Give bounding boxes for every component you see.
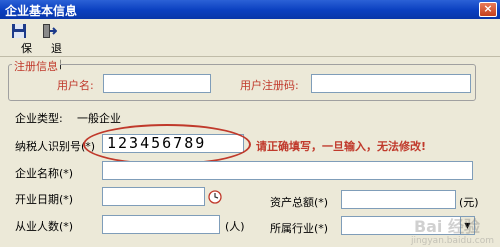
company-type-label: 企业类型: — [15, 112, 63, 125]
regcode-label: 用户注册码: — [240, 79, 299, 92]
company-name-label: 企业名称(*) — [15, 167, 74, 180]
watermark-url: jingyan.baidu.com — [410, 236, 494, 246]
exit-button[interactable]: 退出 — [34, 21, 64, 71]
exit-icon — [43, 24, 57, 38]
registration-group-title: 注册信息 — [12, 58, 60, 74]
title-bar: 企业基本信息 × — [0, 0, 500, 19]
taxpayer-id-warning: 请正确填写，一旦输入，无法修改! — [256, 140, 427, 153]
employees-input[interactable] — [102, 215, 220, 234]
username-input[interactable] — [103, 74, 211, 93]
start-date-input[interactable] — [102, 187, 205, 206]
highlight-ellipse — [83, 124, 251, 165]
employees-unit: (人) — [225, 220, 245, 233]
close-icon[interactable]: × — [479, 2, 497, 17]
save-icon — [12, 24, 26, 38]
start-date-label: 开业日期(*) — [15, 193, 74, 206]
company-type-value: 一般企业 — [77, 112, 121, 125]
save-button[interactable]: 保存 — [4, 21, 34, 71]
assets-unit: (元) — [459, 196, 479, 209]
assets-label: 资产总额(*) — [270, 196, 329, 209]
company-name-input[interactable] — [102, 161, 473, 180]
watermark-logo: Bai 经验 — [413, 217, 480, 236]
assets-input[interactable] — [341, 190, 456, 209]
employees-label: 从业人数(*) — [15, 220, 74, 233]
window-title: 企业基本信息 — [5, 4, 78, 18]
username-label: 用户名: — [57, 79, 94, 92]
clock-icon[interactable] — [208, 190, 222, 204]
industry-label: 所属行业(*) — [270, 222, 329, 235]
regcode-input[interactable] — [311, 74, 471, 93]
toolbar: 保存 退出 — [0, 19, 500, 71]
